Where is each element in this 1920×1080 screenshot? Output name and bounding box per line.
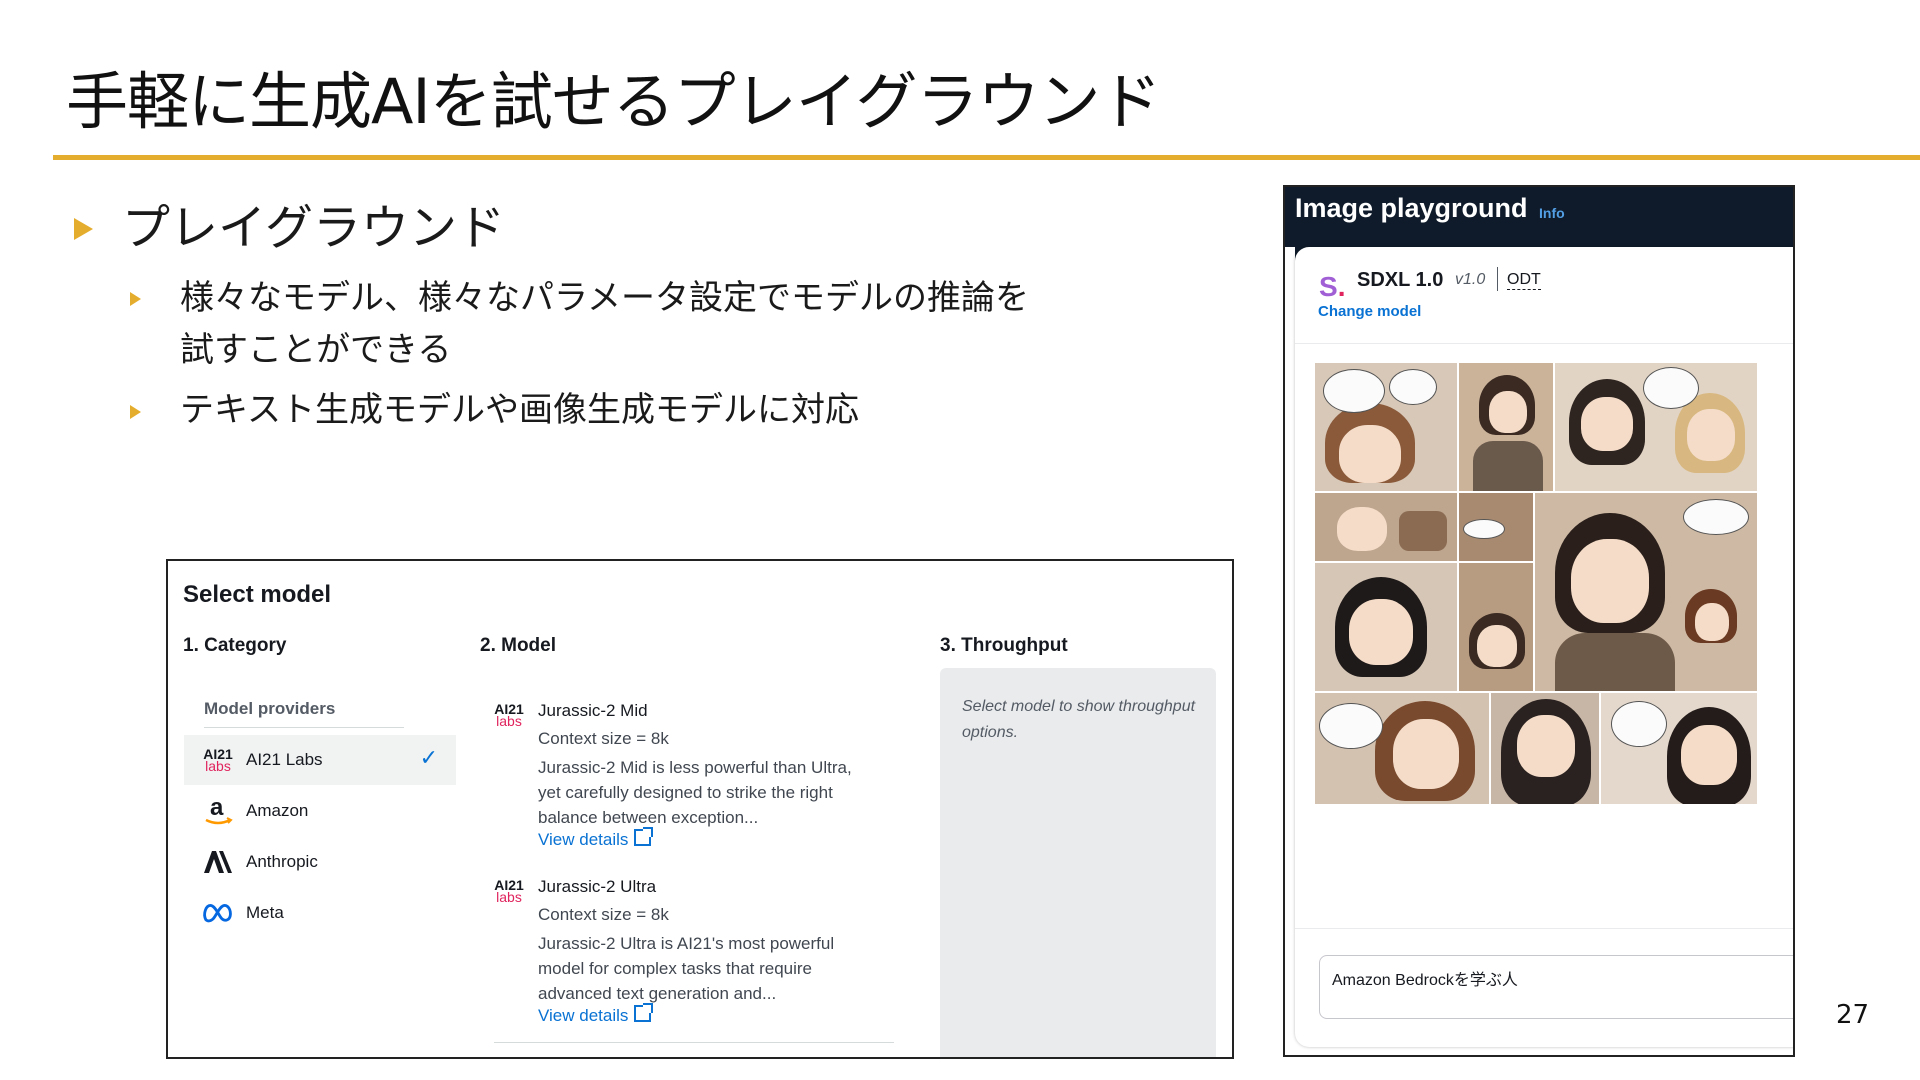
- check-icon: ✓: [419, 745, 438, 770]
- bullet-sub1-line2: 試すことができる: [180, 330, 452, 370]
- image-panel: [1490, 692, 1600, 805]
- provider-label: AI21 Labs: [246, 750, 323, 769]
- external-link-icon: [634, 827, 654, 846]
- ai21-labs-logo-icon: AI21 labs: [494, 701, 524, 729]
- model-description: Jurassic-2 Ultra is AI21's most powerful…: [538, 934, 835, 1003]
- image-playground-panel: Image playground Info S. SDXL 1.0 v1.0 O…: [1283, 185, 1795, 1057]
- bullet-triangle-icon: [74, 218, 93, 240]
- image-panel: [1314, 692, 1490, 805]
- slide-title: 手軽に生成AIを試せるプレイグラウンド: [66, 65, 1161, 138]
- category-column-heading: 1. Category: [183, 635, 287, 656]
- meta-logo-icon: [202, 896, 234, 930]
- providers-divider: [204, 727, 404, 728]
- external-link-icon: [634, 1003, 654, 1022]
- bullet-sub2: テキスト生成モデルや画像生成モデルに対応: [180, 390, 859, 430]
- model-name: SDXL 1.0: [1357, 269, 1444, 291]
- provider-anthropic[interactable]: Anthropic: [184, 837, 456, 887]
- bullet-sub1-line1: 様々なモデル、様々なパラメータ設定でモデルの推論を: [180, 278, 1029, 318]
- image-panel: [1314, 362, 1458, 492]
- prompt-input[interactable]: Amazon Bedrockを学ぶ人: [1319, 955, 1793, 1019]
- model-context-size: Context size = 8k: [538, 729, 669, 748]
- provider-amazon[interactable]: a Amazon: [184, 786, 456, 836]
- image-panel: [1554, 362, 1758, 492]
- prompt-divider: [1295, 928, 1793, 929]
- model-badge[interactable]: ODT: [1507, 271, 1541, 290]
- generated-image: [1314, 362, 1758, 805]
- info-link[interactable]: Info: [1539, 205, 1565, 221]
- model-version: v1.0: [1455, 271, 1486, 288]
- sub-bullet-triangle-icon: [130, 292, 141, 306]
- provider-label: Amazon: [246, 801, 309, 820]
- model-item-jurassic-2-mid[interactable]: AI21 labs Jurassic-2 Mid Context size = 8…: [494, 701, 914, 849]
- model-item-jurassic-2-ultra[interactable]: AI21 labs Jurassic-2 Ultra Context size =…: [494, 877, 914, 1025]
- ai21-labs-logo-icon: AI21 labs: [203, 746, 233, 774]
- model-name: Jurassic-2 Mid: [538, 701, 648, 720]
- change-model-link[interactable]: Change model: [1318, 303, 1421, 320]
- image-playground-title: Image playground: [1295, 193, 1528, 223]
- view-details-link[interactable]: View details: [538, 1003, 654, 1026]
- view-details-link[interactable]: View details: [538, 827, 654, 850]
- image-panel: [1314, 492, 1458, 562]
- image-playground-header: Image playground Info: [1285, 187, 1793, 247]
- image-panel: [1458, 492, 1534, 562]
- svg-text:a: a: [210, 795, 224, 821]
- select-model-panel: Select model 1. Category 2. Model 3. Thr…: [166, 559, 1234, 1059]
- image-panel: [1458, 562, 1534, 692]
- model-context-size: Context size = 8k: [538, 905, 669, 924]
- card-divider: [1295, 343, 1793, 344]
- provider-label: Anthropic: [246, 852, 318, 871]
- provider-label: Meta: [246, 903, 284, 922]
- throughput-column-heading: 3. Throughput: [940, 635, 1068, 656]
- model-name: Jurassic-2 Ultra: [538, 877, 657, 896]
- prompt-text: Amazon Bedrockを学ぶ人: [1332, 972, 1518, 989]
- throughput-hint: Select model to show throughput options.: [962, 698, 1196, 741]
- model-meta-divider: [1497, 267, 1498, 291]
- image-panel: [1314, 562, 1458, 692]
- model-list-divider: [494, 1042, 894, 1043]
- provider-meta[interactable]: Meta: [184, 888, 456, 938]
- anthropic-logo-icon: [202, 845, 234, 879]
- amazon-logo-icon: a: [202, 794, 234, 828]
- stability-logo-icon: S.: [1319, 271, 1346, 302]
- page-number: 27: [1836, 1000, 1870, 1030]
- throughput-placeholder: Select model to show throughput options.: [940, 668, 1216, 1057]
- bullet-main: プレイグラウンド: [122, 200, 506, 256]
- image-panel: [1600, 692, 1758, 805]
- image-panel: [1458, 362, 1554, 492]
- title-divider: [53, 155, 1920, 160]
- ai21-labs-logo-icon: AI21 labs: [494, 877, 524, 905]
- sub-bullet-triangle-icon: [130, 405, 141, 419]
- image-panel: [1534, 492, 1758, 692]
- model-description: Jurassic-2 Mid is less powerful than Ult…: [538, 758, 852, 827]
- provider-ai21-labs[interactable]: AI21 labs AI21 Labs ✓: [184, 735, 456, 785]
- select-model-heading: Select model: [183, 581, 332, 608]
- model-providers-label: Model providers: [204, 699, 336, 718]
- model-column-heading: 2. Model: [480, 635, 557, 656]
